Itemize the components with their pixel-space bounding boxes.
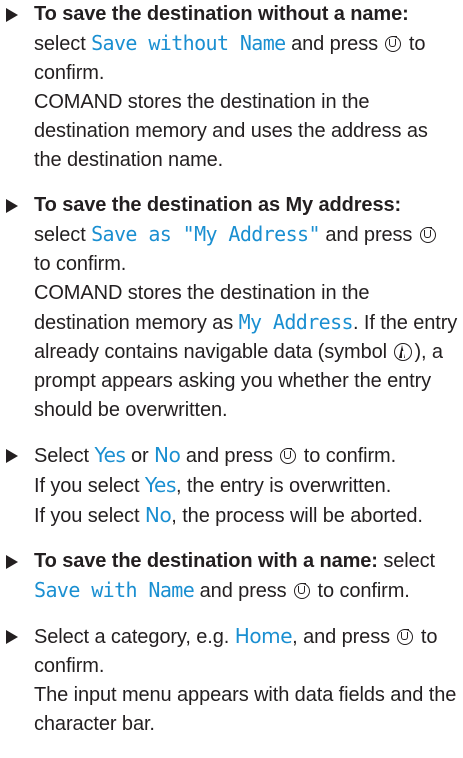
step-text: select xyxy=(377,550,435,572)
menu-item-no: No xyxy=(144,503,172,527)
step-result: The input menu appears with data fields … xyxy=(34,684,457,735)
step-text: to confirm. xyxy=(298,445,397,467)
menu-item-yes: Yes xyxy=(94,443,126,467)
step-save-with-name: To save the destination with a name: sel… xyxy=(6,547,458,606)
step-result: If you select xyxy=(34,505,145,527)
step-text: , and press xyxy=(292,626,396,648)
controller-press-icon xyxy=(385,36,402,52)
step-text: or xyxy=(125,445,155,467)
step-text: to confirm. xyxy=(312,580,410,602)
step-text: Select a category, e.g. xyxy=(34,626,235,648)
step-text: to confirm. xyxy=(34,253,127,275)
step-save-without-name: To save the destination without a name: … xyxy=(6,0,458,175)
step-save-as-my-address: To save the destination as My address: s… xyxy=(6,191,458,425)
controller-press-icon xyxy=(280,448,297,464)
step-text: select xyxy=(34,224,92,246)
step-arrow-icon xyxy=(6,555,18,569)
menu-item-save-as-my-address: Save as "My Address" xyxy=(91,222,320,246)
menu-item-no: No xyxy=(154,443,181,467)
step-arrow-icon xyxy=(6,8,18,22)
menu-item-save-without-name: Save without Name xyxy=(91,31,286,55)
step-heading: To save the destination with a name: xyxy=(34,550,378,572)
step-result: If you select xyxy=(34,475,145,497)
menu-item-save-with-name: Save with Name xyxy=(34,578,195,602)
step-heading: To save the destination without a name: xyxy=(34,3,409,25)
step-text: Select xyxy=(34,445,95,467)
step-arrow-icon xyxy=(6,199,18,213)
step-result: COMAND stores the destination in the des… xyxy=(34,91,428,171)
step-text: select xyxy=(34,33,92,55)
step-result: , the entry is overwritten. xyxy=(175,475,392,497)
controller-press-icon xyxy=(397,629,414,645)
menu-item-my-address: My Address xyxy=(238,310,354,334)
step-arrow-icon xyxy=(6,630,18,644)
navigable-data-icon xyxy=(394,343,413,361)
step-text: and press xyxy=(319,224,418,246)
controller-press-icon xyxy=(294,583,311,599)
step-result: , the process will be aborted. xyxy=(171,505,423,527)
step-heading: To save the destination as My address: xyxy=(34,194,402,216)
controller-press-icon xyxy=(419,227,436,243)
menu-item-home: Home xyxy=(234,624,293,648)
step-select-yes-no: Select Yes or No and press to confirm. I… xyxy=(6,441,458,531)
menu-item-yes: Yes xyxy=(144,473,176,497)
step-text: and press xyxy=(285,33,384,55)
step-select-category: Select a category, e.g. Home, and press … xyxy=(6,622,458,739)
step-text: and press xyxy=(180,445,279,467)
step-text: and press xyxy=(194,580,293,602)
instruction-page: To save the destination without a name: … xyxy=(6,0,458,739)
step-arrow-icon xyxy=(6,449,18,463)
